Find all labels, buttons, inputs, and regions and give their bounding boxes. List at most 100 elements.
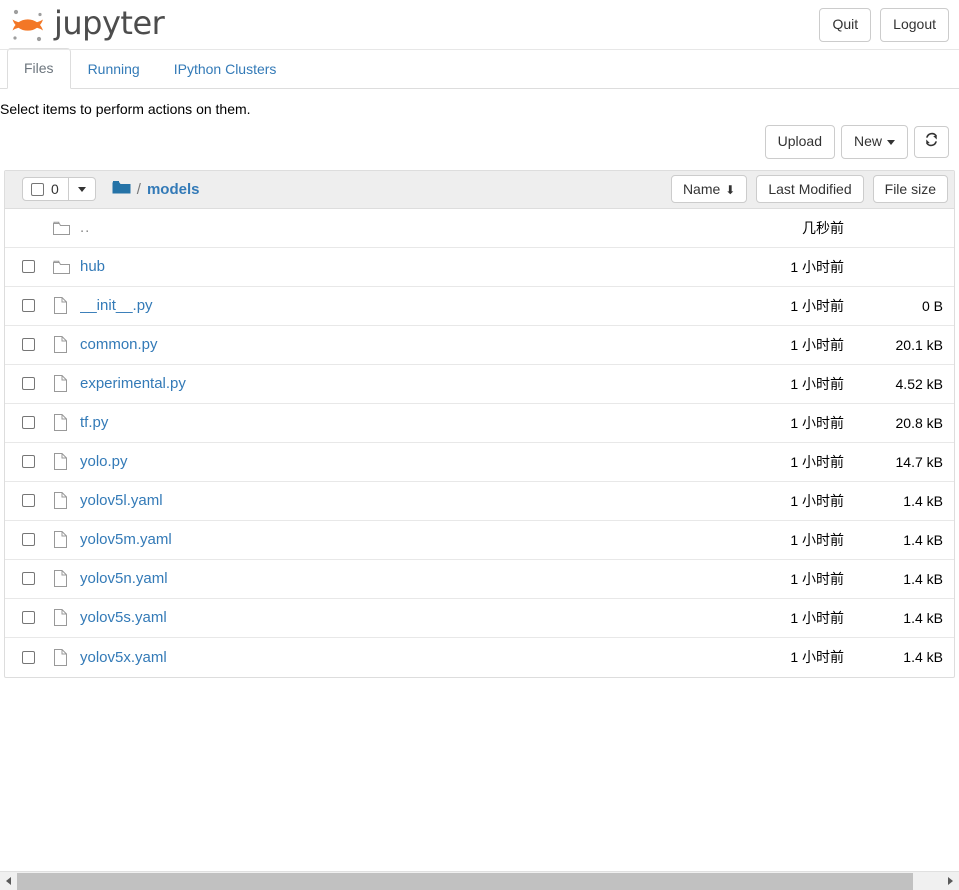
file-icon xyxy=(53,375,80,392)
row-size: 14.7 kB xyxy=(856,454,948,470)
page-header: jupyter Quit Logout xyxy=(0,0,959,50)
table-row[interactable]: yolo.py 1 小时前14.7 kB xyxy=(5,443,954,482)
table-row[interactable]: yolov5s.yaml1 小时前1.4 kB xyxy=(5,599,954,638)
row-size: 1.4 kB xyxy=(856,610,948,626)
table-row[interactable]: tf.py1 小时前20.8 kB xyxy=(5,404,954,443)
file-link[interactable]: yolov5m.yaml xyxy=(80,531,172,548)
file-icon xyxy=(53,453,80,470)
row-checkbox-cell xyxy=(22,338,53,351)
row-modified: 1 小时前 xyxy=(688,452,856,472)
file-link[interactable]: yolov5s.yaml xyxy=(80,609,167,626)
file-link[interactable]: .. xyxy=(80,219,90,236)
row-name-cell: .. xyxy=(80,219,688,236)
table-row[interactable]: yolov5n.yaml1 小时前1.4 kB xyxy=(5,560,954,599)
file-link[interactable]: yolov5x.yaml xyxy=(80,649,167,666)
file-icon xyxy=(53,336,80,353)
table-row[interactable]: hub1 小时前 xyxy=(5,248,954,287)
file-link[interactable]: tf.py xyxy=(80,414,108,431)
row-modified: 1 小时前 xyxy=(688,413,856,433)
file-list-rows: ..几秒前hub1 小时前__init__.py1 小时前0 Bcommon.p… xyxy=(5,209,954,677)
row-size: 1.4 kB xyxy=(856,532,948,548)
table-row[interactable]: __init__.py 1 小时前0 B xyxy=(5,287,954,326)
row-checkbox[interactable] xyxy=(22,494,35,507)
row-modified: 1 小时前 xyxy=(688,530,856,550)
row-checkbox[interactable] xyxy=(22,572,35,585)
file-link[interactable]: __init__.py xyxy=(80,297,153,314)
new-dropdown-label: New xyxy=(854,133,882,149)
file-link[interactable]: yolov5l.yaml xyxy=(80,492,163,509)
file-list-panel: 0 / models Name⬇ Last Modified File size xyxy=(4,170,955,678)
breadcrumb-current[interactable]: models xyxy=(147,181,200,198)
tab-running[interactable]: Running xyxy=(71,49,157,89)
quit-button[interactable]: Quit xyxy=(819,8,871,42)
new-dropdown-button[interactable]: New xyxy=(841,125,908,159)
row-checkbox[interactable] xyxy=(22,455,35,468)
row-checkbox-cell xyxy=(22,494,53,507)
file-link[interactable]: yolo.py xyxy=(80,453,128,470)
selection-controls: 0 xyxy=(22,177,96,201)
jupyter-logo-link[interactable]: jupyter xyxy=(6,5,164,45)
brand-title: jupyter xyxy=(54,7,164,42)
row-modified: 1 小时前 xyxy=(688,296,856,316)
row-checkbox[interactable] xyxy=(22,611,35,624)
sort-by-modified-button[interactable]: Last Modified xyxy=(756,175,863,203)
tab-ipython-clusters[interactable]: IPython Clusters xyxy=(157,49,294,89)
row-size: 4.52 kB xyxy=(856,376,948,392)
row-checkbox[interactable] xyxy=(22,416,35,429)
row-modified: 几秒前 xyxy=(688,218,856,238)
refresh-button[interactable] xyxy=(914,126,949,158)
row-modified: 1 小时前 xyxy=(688,491,856,511)
file-icon xyxy=(53,414,80,431)
scroll-right-button[interactable] xyxy=(942,873,959,890)
scrollbar-thumb[interactable] xyxy=(17,873,913,890)
row-checkbox[interactable] xyxy=(22,338,35,351)
scrollbar-track[interactable] xyxy=(17,873,942,890)
horizontal-scrollbar[interactable] xyxy=(0,871,959,890)
table-row[interactable]: common.py 1 小时前20.1 kB xyxy=(5,326,954,365)
tab-files[interactable]: Files xyxy=(7,48,71,89)
scroll-left-button[interactable] xyxy=(0,873,17,890)
row-name-cell: yolov5n.yaml xyxy=(80,570,688,587)
table-row[interactable]: yolov5x.yaml1 小时前1.4 kB xyxy=(5,638,954,677)
row-checkbox[interactable] xyxy=(22,299,35,312)
row-size: 1.4 kB xyxy=(856,649,948,665)
row-checkbox-cell xyxy=(22,611,53,624)
row-checkbox-cell xyxy=(22,572,53,585)
select-all-box[interactable]: 0 xyxy=(22,177,69,201)
row-checkbox[interactable] xyxy=(22,260,35,273)
row-name-cell: yolo.py xyxy=(80,453,688,470)
selection-notice: Select items to perform actions on them. xyxy=(0,89,959,117)
header-actions: Quit Logout xyxy=(819,8,949,42)
file-link[interactable]: common.py xyxy=(80,336,158,353)
row-checkbox[interactable] xyxy=(22,533,35,546)
selection-dropdown-button[interactable] xyxy=(69,177,96,201)
table-row[interactable]: experimental.py1 小时前4.52 kB xyxy=(5,365,954,404)
select-all-checkbox[interactable] xyxy=(31,183,44,196)
row-name-cell: __init__.py xyxy=(80,297,688,314)
row-checkbox[interactable] xyxy=(22,377,35,390)
table-row[interactable]: .. 几秒前 xyxy=(5,209,954,248)
file-link[interactable]: hub xyxy=(80,258,105,275)
row-size: 0 B xyxy=(856,298,948,314)
row-checkbox[interactable] xyxy=(22,651,35,664)
row-checkbox-cell xyxy=(22,651,53,664)
breadcrumb-separator: / xyxy=(137,181,141,198)
file-icon xyxy=(53,609,80,626)
upload-button[interactable]: Upload xyxy=(765,125,835,159)
table-row[interactable]: yolov5m.yaml 1 小时前1.4 kB xyxy=(5,521,954,560)
row-checkbox-cell xyxy=(22,299,53,312)
main-tabs: Files Running IPython Clusters xyxy=(0,50,959,89)
file-link[interactable]: experimental.py xyxy=(80,375,186,392)
row-checkbox-cell xyxy=(22,416,53,429)
table-row[interactable]: yolov5l.yaml1 小时前1.4 kB xyxy=(5,482,954,521)
file-link[interactable]: yolov5n.yaml xyxy=(80,570,168,587)
files-toolbar: Upload New xyxy=(0,117,959,159)
folder-icon[interactable] xyxy=(112,180,131,199)
file-icon xyxy=(53,297,80,314)
sort-by-size-button[interactable]: File size xyxy=(873,175,948,203)
sort-by-name-button[interactable]: Name⬇ xyxy=(671,175,747,203)
row-size: 20.1 kB xyxy=(856,337,948,353)
logout-button[interactable]: Logout xyxy=(880,8,949,42)
row-name-cell: yolov5s.yaml xyxy=(80,609,688,626)
row-modified: 1 小时前 xyxy=(688,335,856,355)
